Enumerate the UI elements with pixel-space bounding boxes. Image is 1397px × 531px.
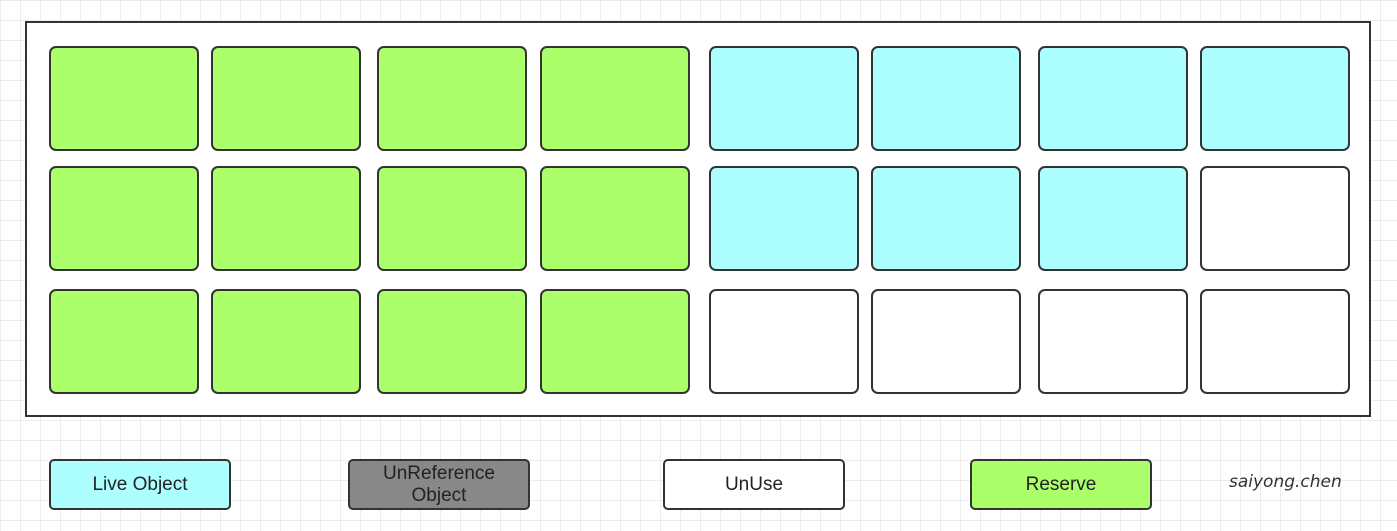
memory-cell-reserve xyxy=(377,289,527,394)
memory-cell-reserve xyxy=(377,166,527,271)
memory-cell-reserve xyxy=(49,46,199,151)
memory-cell-unuse xyxy=(1038,289,1188,394)
memory-cell-live xyxy=(1038,46,1188,151)
memory-cell-reserve xyxy=(211,289,361,394)
memory-cell-reserve xyxy=(540,289,690,394)
memory-cell-reserve xyxy=(540,46,690,151)
memory-cell-live xyxy=(1038,166,1188,271)
memory-cell-live xyxy=(709,46,859,151)
legend-unreference-object: UnReference Object xyxy=(348,459,530,510)
memory-cell-reserve xyxy=(377,46,527,151)
memory-cell-live xyxy=(871,46,1021,151)
legend-unuse: UnUse xyxy=(663,459,845,510)
memory-cell-live xyxy=(709,166,859,271)
legend-reserve: Reserve xyxy=(970,459,1152,510)
memory-cell-live xyxy=(871,166,1021,271)
memory-cell-reserve xyxy=(211,46,361,151)
memory-cell-reserve xyxy=(540,166,690,271)
memory-cell-unuse xyxy=(1200,166,1350,271)
memory-cell-unuse xyxy=(709,289,859,394)
author-signature: saiyong.chen xyxy=(1229,472,1342,492)
memory-cell-reserve xyxy=(211,166,361,271)
memory-cell-reserve xyxy=(49,289,199,394)
memory-cell-unuse xyxy=(871,289,1021,394)
legend-live-object: Live Object xyxy=(49,459,231,510)
memory-cell-live xyxy=(1200,46,1350,151)
memory-cell-unuse xyxy=(1200,289,1350,394)
memory-cell-reserve xyxy=(49,166,199,271)
